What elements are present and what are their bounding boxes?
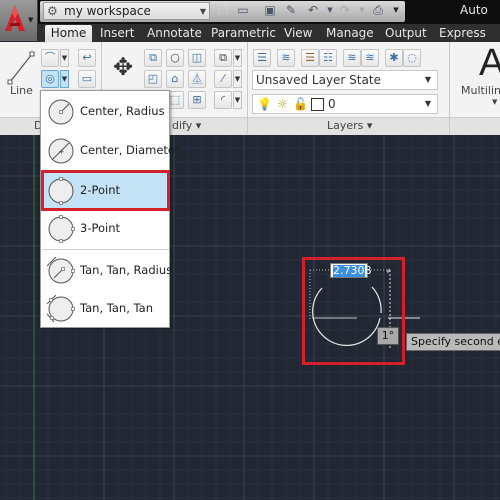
svg-text:+: + — [59, 148, 65, 156]
menu-item-2-point[interactable]: 2-Point — [42, 172, 169, 210]
dynamic-input-angle[interactable]: 1° — [377, 327, 399, 345]
circle-preview-arc — [312, 287, 381, 346]
menu-item-center-diameter[interactable]: + Center, Diameter — [42, 132, 180, 170]
command-prompt-tooltip: Specify second end — [406, 333, 500, 351]
dimension-arrow-icon: # — [386, 268, 391, 275]
circle-dropdown-menu: Center, Radius + Center, Diameter 2-Poin… — [40, 90, 180, 328]
circle-3-point-icon — [48, 215, 75, 243]
dynamic-input-length-value: 2.7308 — [333, 264, 372, 277]
menu-item-label: Tan, Tan, Tan — [80, 301, 153, 315]
menu-item-tan-tan-radius[interactable]: Tan, Tan, Radius — [42, 252, 173, 290]
menu-item-center-radius[interactable]: Center, Radius — [42, 93, 169, 131]
menu-item-label: 2-Point — [80, 183, 121, 197]
menu-separator — [42, 249, 169, 250]
menu-item-label: 3-Point — [80, 221, 121, 235]
menu-item-label: Center, Diameter — [80, 143, 180, 157]
menu-item-label: Center, Radius — [80, 104, 165, 118]
circle-center-radius-icon — [48, 99, 74, 125]
menu-item-3-point[interactable]: 3-Point — [42, 210, 169, 248]
circle-tan-tan-tan-icon — [47, 295, 75, 323]
menu-item-label: Tan, Tan, Radius — [80, 263, 173, 277]
dynamic-input-length[interactable]: 2.7308 — [330, 263, 372, 278]
circle-center-diameter-icon: + — [48, 138, 74, 164]
circle-tan-tan-radius-icon — [47, 257, 75, 284]
circle-2-point-icon — [48, 177, 74, 205]
circle-preview-arc — [371, 286, 382, 314]
menu-item-tan-tan-tan[interactable]: Tan, Tan, Tan — [42, 290, 169, 328]
